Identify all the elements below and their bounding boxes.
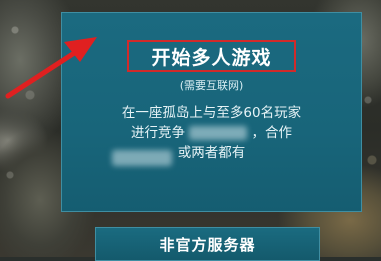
red-arrow-icon xyxy=(5,37,97,99)
